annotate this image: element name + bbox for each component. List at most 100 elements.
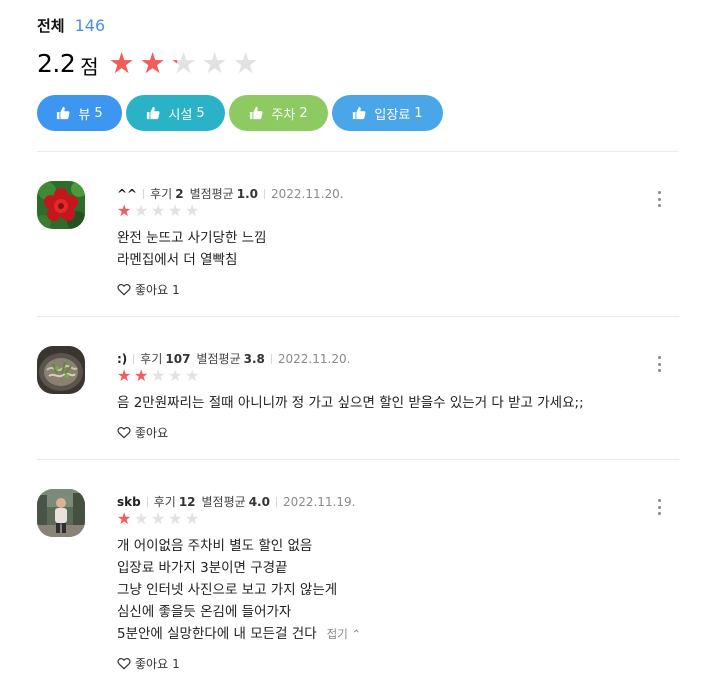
review-text-line: 심신에 좋을듯 온김에 들어가자 bbox=[117, 604, 292, 620]
like-button[interactable]: 좋아요 bbox=[117, 424, 168, 441]
review-date: 2022.11.19. bbox=[282, 494, 356, 509]
review-count-label: 후기 bbox=[153, 495, 176, 509]
collapse-label: 접기 bbox=[326, 627, 348, 641]
meta-separator bbox=[275, 496, 277, 507]
star-empty-icon: ★ bbox=[168, 366, 183, 385]
star-empty-icon: ★ bbox=[185, 201, 200, 220]
like-label: 좋아요 bbox=[135, 657, 169, 671]
meta-separator bbox=[133, 353, 135, 364]
collapse-button[interactable]: 접기 ⌃ bbox=[327, 627, 361, 641]
review-text-line: 라멘집에서 더 열빡침 bbox=[117, 252, 238, 268]
food-bowl-avatar[interactable] bbox=[37, 346, 85, 394]
divider bbox=[37, 151, 679, 152]
star-filled-icon: ★★ bbox=[170, 45, 197, 80]
reviewer-review-count: 2 bbox=[175, 186, 184, 201]
review-date: 2022.11.20. bbox=[271, 186, 344, 201]
review-text-line: 개 어이없음 주차비 별도 할인 없음 bbox=[117, 538, 313, 554]
chevron-up-icon: ⌃ bbox=[351, 627, 362, 641]
star-empty-icon: ★ bbox=[168, 201, 183, 220]
average-star-rating: ★★★★★★★★ bbox=[108, 45, 264, 80]
review-text: 완전 눈뜨고 사기당한 느낌 라멘집에서 더 열빡침 bbox=[117, 227, 267, 271]
review-count-label: 후기 bbox=[150, 187, 173, 201]
meta-separator bbox=[143, 188, 145, 199]
review-text-line: 완전 눈뜨고 사기당한 느낌 bbox=[117, 230, 267, 246]
chip-count: 5 bbox=[94, 105, 103, 121]
star-filled-icon: ★★ bbox=[139, 45, 166, 80]
thumbs-up-icon bbox=[147, 106, 160, 120]
star-filled-icon: ★★ bbox=[134, 366, 149, 385]
review-meta: ^^ 후기 2 별점평균 1.0 2022.11.20. bbox=[117, 185, 344, 202]
heart-icon bbox=[117, 426, 131, 439]
like-button[interactable]: 좋아요 1 bbox=[117, 281, 180, 298]
average-score: 2.2 bbox=[37, 48, 76, 78]
like-count: 1 bbox=[172, 656, 180, 671]
review-count-label: 후기 bbox=[140, 352, 163, 366]
review-text-line: 음 2만원짜리는 절때 아니니까 정 가고 싶으면 할인 받을수 있는거 다 받… bbox=[117, 395, 584, 411]
review-item: ^^ 후기 2 별점평균 1.0 2022.11.20. ★ ★ ★ ★ ★ ★ 완전 눈… bbox=[37, 181, 679, 301]
like-label: 좋아요 bbox=[135, 283, 169, 297]
chip-label: 시설 bbox=[168, 107, 193, 123]
star-empty-icon: ★ bbox=[151, 201, 166, 220]
review-meta: skb 후기 12 별점평균 4.0 2022.11.19. bbox=[117, 493, 355, 510]
thumbs-up-icon bbox=[57, 106, 70, 120]
thumbs-up-icon bbox=[353, 106, 366, 120]
review-date: 2022.11.20. bbox=[277, 351, 351, 366]
chip-count: 2 bbox=[299, 105, 308, 121]
reviewer-review-count: 12 bbox=[178, 494, 196, 509]
reviewer-nickname[interactable]: skb bbox=[117, 495, 141, 509]
review-meta: :) 후기 107 별점평균 3.8 2022.11.20. bbox=[117, 350, 350, 367]
review-item: skb 후기 12 별점평균 4.0 2022.11.19. ★ ★ ★ ★ ★ ★ 개 … bbox=[37, 489, 679, 689]
avg-rating-label: 별점평균 bbox=[201, 495, 246, 509]
reviewer-avg-rating: 3.8 bbox=[243, 351, 265, 366]
reviewer-nickname[interactable]: ^^ bbox=[117, 187, 137, 201]
star-filled-icon: ★★ bbox=[117, 201, 132, 220]
reviewer-nickname[interactable]: :) bbox=[117, 352, 127, 366]
more-options-icon[interactable] bbox=[653, 354, 665, 374]
star-filled-icon: ★★ bbox=[117, 366, 132, 385]
review-text-line: 입장료 바가지 3분이면 구경끝 bbox=[117, 560, 288, 576]
review-text: 개 어이없음 주차비 별도 할인 없음 입장료 바가지 3분이면 구경끝 그냥 … bbox=[117, 535, 361, 645]
star-filled-icon: ★★ bbox=[108, 45, 135, 80]
more-options-icon[interactable] bbox=[653, 189, 665, 209]
chip-count: 1 bbox=[414, 105, 423, 121]
heart-icon bbox=[117, 283, 131, 296]
chip-label: 입장료 bbox=[374, 107, 411, 123]
thumbs-up-icon bbox=[250, 106, 263, 120]
review-star-rating: ★ ★ ★ ★ ★ ★ ★ bbox=[117, 368, 202, 384]
red-flower-avatar[interactable] bbox=[37, 181, 85, 229]
chip-label: 주차 bbox=[271, 107, 296, 123]
star-empty-icon: ★ bbox=[185, 509, 200, 528]
avg-rating-label: 별점평균 bbox=[189, 187, 234, 201]
review-star-rating: ★ ★ ★ ★ ★ ★ bbox=[117, 511, 202, 527]
star-empty-icon: ★ bbox=[134, 509, 149, 528]
reviewer-avg-rating: 4.0 bbox=[248, 494, 270, 509]
chip-facility[interactable]: 시설 5 bbox=[126, 95, 225, 131]
star-empty-icon: ★ bbox=[201, 45, 228, 80]
more-options-icon[interactable] bbox=[653, 497, 665, 517]
star-empty-icon: ★ bbox=[151, 366, 166, 385]
heart-icon bbox=[117, 657, 131, 670]
meta-separator bbox=[270, 353, 272, 364]
chip-view[interactable]: 뷰 5 bbox=[37, 95, 122, 131]
star-filled-icon: ★★ bbox=[117, 509, 132, 528]
avg-rating-label: 별점평균 bbox=[196, 352, 241, 366]
chip-count: 5 bbox=[196, 105, 205, 121]
like-label: 좋아요 bbox=[135, 426, 169, 440]
total-row: 전체 146 bbox=[37, 15, 105, 36]
star-empty-icon: ★ bbox=[185, 366, 200, 385]
keyword-chips: 뷰 5 시설 5 주차 2 입장료 1 bbox=[37, 95, 447, 131]
chip-admission[interactable]: 입장료 1 bbox=[332, 95, 443, 131]
star-empty-icon: ★ bbox=[151, 509, 166, 528]
divider bbox=[37, 459, 679, 460]
total-count: 146 bbox=[74, 16, 106, 35]
person-photo-avatar[interactable] bbox=[37, 489, 85, 537]
like-button[interactable]: 좋아요 1 bbox=[117, 655, 180, 672]
review-text-line-last: 5분안에 실망한다에 내 모든걸 건다 접기 ⌃ bbox=[117, 623, 361, 645]
chip-parking[interactable]: 주차 2 bbox=[229, 95, 328, 131]
meta-separator bbox=[146, 496, 148, 507]
review-star-rating: ★ ★ ★ ★ ★ ★ bbox=[117, 203, 202, 219]
review-text: 음 2만원짜리는 절때 아니니까 정 가고 싶으면 할인 받을수 있는거 다 받… bbox=[117, 392, 584, 414]
star-empty-icon: ★ bbox=[232, 45, 259, 80]
like-count: 1 bbox=[172, 282, 180, 297]
review-item: :) 후기 107 별점평균 3.8 2022.11.20. ★ ★ ★ ★ ★ ★ ★ 음… bbox=[37, 346, 679, 446]
